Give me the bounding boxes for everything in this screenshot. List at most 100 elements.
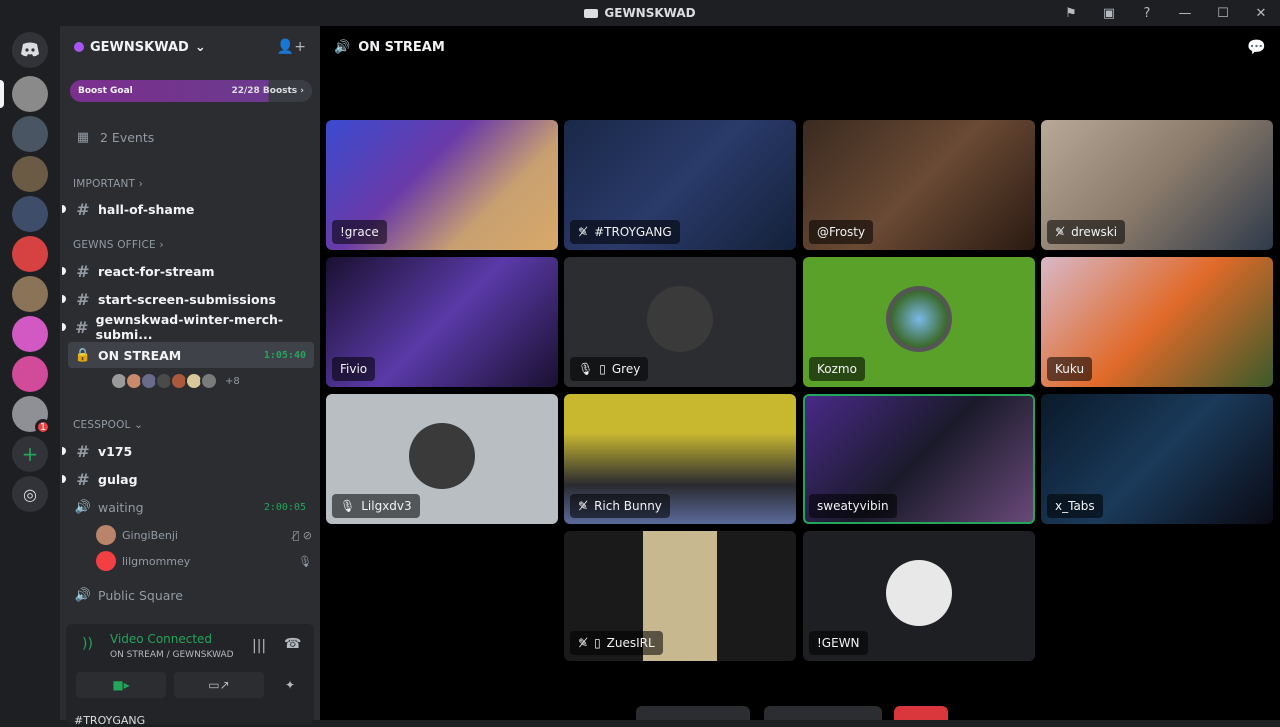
- voice-user-lilgmommey[interactable]: lilgmommey 🎙: [96, 550, 312, 572]
- participant-name: !GEWN: [817, 636, 860, 650]
- server-pink-icon[interactable]: [12, 316, 48, 352]
- tile-label: @Frosty: [809, 220, 874, 244]
- category-gewns-office[interactable]: GEWNS OFFICE ›: [73, 239, 164, 251]
- unread-indicator: [62, 323, 66, 331]
- voice-channel-waiting[interactable]: 🔊 waiting 2:00:05: [68, 494, 314, 520]
- server-car-2-icon[interactable]: [12, 156, 48, 192]
- video-tile[interactable]: Kuku: [1041, 257, 1273, 387]
- avatar: [886, 286, 952, 352]
- phone-icon: ▯: [599, 362, 606, 376]
- stage-title: ON STREAM: [358, 39, 445, 55]
- tile-label: x_Tabs: [1047, 494, 1103, 518]
- share-controls[interactable]: [764, 706, 882, 720]
- disconnect-icon[interactable]: ☎: [284, 636, 301, 652]
- channel-label: start-screen-submissions: [98, 291, 276, 307]
- server-andii-skwad-icon[interactable]: [12, 356, 48, 392]
- camera-button[interactable]: ■▸: [76, 672, 166, 698]
- mute-icon: ✎̸: [1055, 225, 1066, 239]
- boost-goal-bar[interactable]: Boost Goal 22/28 Boosts ›: [70, 80, 312, 102]
- guild-name[interactable]: GEWNSKWAD ⌄: [74, 40, 206, 55]
- category-cesspool[interactable]: CESSPOOL ⌄: [73, 419, 143, 431]
- server-character-icon[interactable]: [12, 276, 48, 312]
- events-link[interactable]: ▦ 2 Events: [68, 124, 314, 150]
- server-car-1-icon[interactable]: [12, 116, 48, 152]
- connection-channel[interactable]: ON STREAM / GEWNSKWAD: [110, 650, 234, 660]
- activities-button[interactable]: ✦: [272, 672, 308, 698]
- phone-icon: ▯: [594, 636, 601, 650]
- screen-share-button[interactable]: ▭↗: [174, 672, 264, 698]
- channel-label: react-for-stream: [98, 263, 215, 279]
- events-label: 2 Events: [100, 129, 155, 145]
- channel-gulag[interactable]: # gulag: [62, 466, 314, 492]
- category-important[interactable]: IMPORTANT ›: [73, 178, 143, 190]
- video-tile[interactable]: Kozmo: [803, 257, 1035, 387]
- video-tile[interactable]: 🎙 ▯ Grey: [564, 257, 796, 387]
- video-tile[interactable]: ✎̸ ▯ ZuesIRL: [564, 531, 796, 661]
- avatar: [96, 551, 116, 571]
- activities-icon: ✦: [284, 678, 296, 692]
- voice-channel-public-square[interactable]: 🔊 Public Square: [68, 582, 314, 608]
- inbox-icon[interactable]: ▣: [1090, 0, 1128, 26]
- video-tile[interactable]: x_Tabs: [1041, 394, 1273, 524]
- channel-winter-merch[interactable]: # gewnskwad-winter-merch-submi...: [62, 312, 314, 342]
- video-tile[interactable]: !GEWN: [803, 531, 1035, 661]
- boost-goal-label: Boost Goal: [78, 86, 133, 96]
- tile-label: ✎̸ #TROYGANG: [570, 220, 680, 244]
- avatar: [409, 423, 475, 489]
- calendar-icon: ▦: [76, 129, 90, 145]
- lock-speaker-icon: 🔒: [74, 347, 92, 363]
- participant-name: ZuesIRL: [606, 636, 655, 650]
- server-pinwheel-icon[interactable]: 1: [12, 396, 51, 435]
- hash-icon: #: [76, 289, 90, 309]
- video-tile[interactable]: ✎̸ drewski: [1041, 120, 1273, 250]
- tile-label: ✎̸ drewski: [1047, 220, 1126, 244]
- guild-header[interactable]: GEWNSKWAD ⌄ 👤+: [60, 26, 320, 68]
- channel-sidebar: GEWNSKWAD ⌄ 👤+ Boost Goal 22/28 Boosts ›…: [60, 26, 320, 727]
- server-car-3-icon[interactable]: [12, 196, 48, 232]
- voice-user-gingibenji[interactable]: GingiBenji 🎙̸ ⊘: [96, 524, 312, 546]
- server-gewnskwad-icon[interactable]: [0, 76, 48, 112]
- discover-icon[interactable]: ◎: [12, 476, 48, 512]
- server-mushroom-icon[interactable]: [12, 236, 48, 272]
- participant-name: @Frosty: [817, 225, 866, 239]
- chat-icon[interactable]: 💬: [1247, 38, 1266, 56]
- user-panel-name[interactable]: #TROYGANG: [74, 714, 145, 727]
- leave-call-button[interactable]: [894, 706, 948, 720]
- channel-v175[interactable]: # v175: [62, 438, 314, 464]
- close-icon[interactable]: ✕: [1242, 0, 1280, 26]
- minimize-icon[interactable]: —: [1166, 0, 1204, 26]
- channel-hall-of-shame[interactable]: # hall-of-shame: [62, 196, 314, 222]
- video-tile[interactable]: 🎙 Lilgxdv3: [326, 394, 558, 524]
- server-list: 1 + ◎: [0, 26, 60, 720]
- video-tile[interactable]: sweatyvibin: [803, 394, 1035, 524]
- channel-react-for-stream[interactable]: # react-for-stream: [62, 258, 314, 284]
- help-icon[interactable]: ?: [1128, 0, 1166, 26]
- voice-user-name: lilgmommey: [122, 554, 191, 568]
- voice-channel-on-stream[interactable]: 🔒 ON STREAM 1:05:40: [68, 342, 314, 368]
- avatar: [96, 525, 116, 545]
- video-tile[interactable]: Fivio: [326, 257, 558, 387]
- participant-name: drewski: [1071, 225, 1118, 239]
- video-tile[interactable]: !grace: [326, 120, 558, 250]
- unread-indicator: [62, 295, 66, 303]
- add-member-icon[interactable]: 👤+: [277, 39, 306, 55]
- channel-label: gewnskwad-winter-merch-submi...: [95, 312, 284, 342]
- video-tile[interactable]: ✎̸ #TROYGANG: [564, 120, 796, 250]
- discord-home-icon[interactable]: [12, 32, 48, 68]
- channel-start-screen-submissions[interactable]: # start-screen-submissions: [62, 286, 314, 312]
- server-logo-icon: [584, 8, 599, 18]
- window-title-text: GEWNSKWAD: [604, 6, 696, 20]
- video-tile[interactable]: @Frosty: [803, 120, 1035, 250]
- hash-icon: #: [75, 317, 89, 337]
- mic-camera-controls[interactable]: [636, 706, 750, 720]
- connection-status[interactable]: Video Connected: [110, 632, 212, 646]
- signal-icon: )): [82, 636, 93, 652]
- boost-progress: 22/28 Boosts ›: [231, 86, 304, 96]
- add-server-icon[interactable]: +: [12, 436, 48, 472]
- voice-avatars[interactable]: +8: [110, 372, 240, 390]
- video-tile[interactable]: ✎̸ Rich Bunny: [564, 394, 796, 524]
- participant-name: Grey: [611, 362, 641, 376]
- maximize-icon[interactable]: ☐: [1204, 0, 1242, 26]
- noise-suppression-icon[interactable]: |||: [252, 638, 266, 654]
- flag-icon[interactable]: ⚑: [1052, 0, 1090, 26]
